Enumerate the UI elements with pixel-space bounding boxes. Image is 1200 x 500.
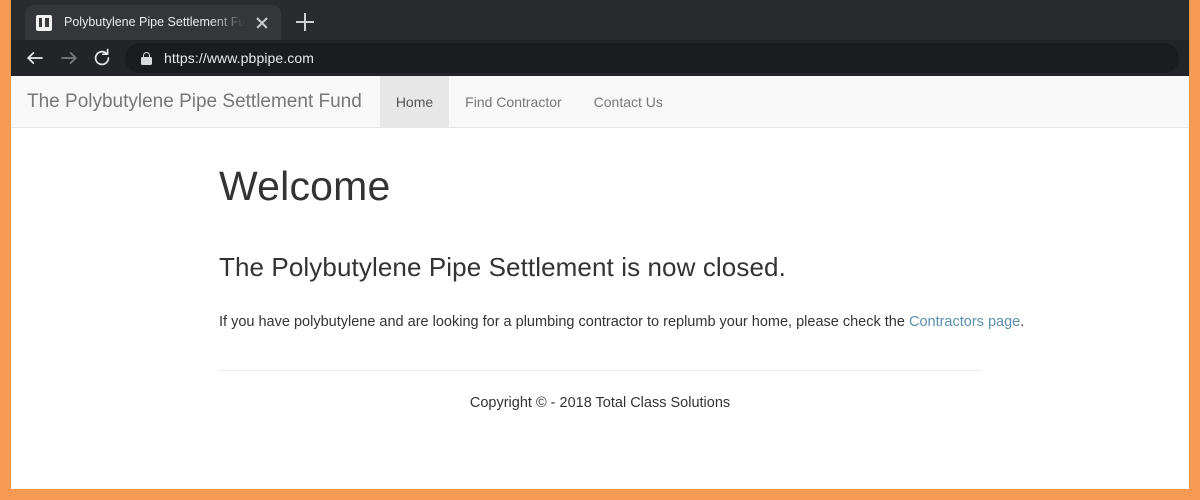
lock-icon [141,52,152,65]
close-icon[interactable] [251,12,273,34]
browser-chrome: Polybutylene Pipe Settlement Fund [11,0,1189,76]
copyright-text: Copyright © - 2018 Total Class Solutions [219,371,1189,411]
paragraph-text-before-link: If you have polybutylene and are looking… [219,314,909,330]
browser-tab[interactable]: Polybutylene Pipe Settlement Fund [25,5,281,40]
site-nav-links: Home Find Contractor Contact Us [380,76,679,127]
page-viewport: The Polybutylene Pipe Settlement Fund Ho… [11,76,1189,489]
site-brand[interactable]: The Polybutylene Pipe Settlement Fund [11,76,380,127]
nav-item-home[interactable]: Home [380,76,449,127]
page-title: Welcome [219,128,1189,210]
browser-toolbar: https://www.pbpipe.com [11,40,1189,76]
forward-arrow-icon[interactable] [58,47,80,69]
site-favicon-icon [36,15,52,31]
back-arrow-icon[interactable] [24,47,46,69]
new-tab-plus-icon[interactable] [292,9,318,35]
tab-strip: Polybutylene Pipe Settlement Fund [11,0,1189,40]
page-subheading: The Polybutylene Pipe Settlement is now … [219,210,1189,283]
page-content: Welcome The Polybutylene Pipe Settlement… [11,128,1189,411]
site-navbar: The Polybutylene Pipe Settlement Fund Ho… [11,76,1189,128]
url-text: https://www.pbpipe.com [164,50,314,66]
contractors-page-link[interactable]: Contractors page [909,314,1020,330]
tab-title: Polybutylene Pipe Settlement Fund [64,5,251,40]
address-bar[interactable]: https://www.pbpipe.com [125,43,1179,73]
nav-item-contact-us[interactable]: Contact Us [578,76,679,127]
reload-icon[interactable] [91,47,113,69]
intro-paragraph: If you have polybutylene and are looking… [219,283,1189,334]
paragraph-text-after-link: . [1020,314,1024,330]
nav-item-find-contractor[interactable]: Find Contractor [449,76,577,127]
orange-border-frame: Polybutylene Pipe Settlement Fund [0,0,1200,500]
